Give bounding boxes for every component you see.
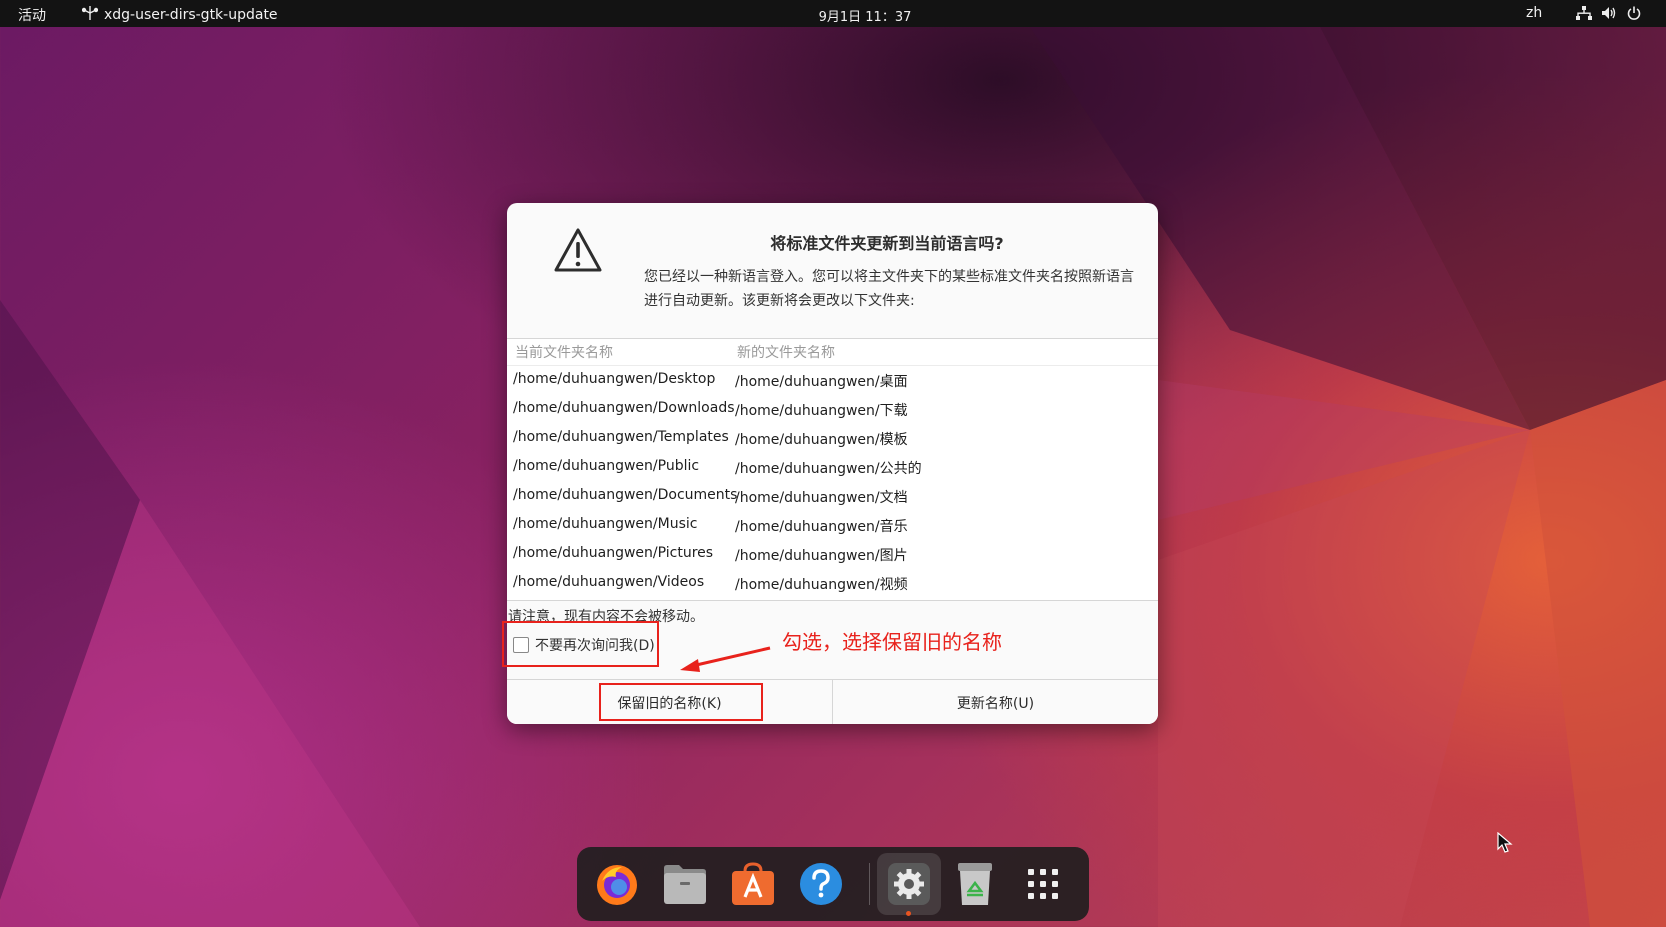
- network-icon[interactable]: [1576, 4, 1592, 22]
- dialog-message: 您已经以一种新语言登入。您可以将主文件夹下的某些标准文件夹名按照新语言进行自动更…: [644, 269, 1134, 309]
- table-header: 当前文件夹名称 新的文件夹名称: [507, 339, 1158, 366]
- power-icon[interactable]: [1626, 4, 1642, 22]
- new-name-cell: /home/duhuangwen/图片: [735, 548, 908, 564]
- help-icon[interactable]: [795, 858, 847, 910]
- clock[interactable]: 9月1日 11：37: [0, 6, 1666, 25]
- current-name-cell: /home/duhuangwen/Downloads: [513, 400, 735, 416]
- language-indicator[interactable]: zh: [1526, 5, 1542, 21]
- checkbox-highlight-box: [502, 621, 659, 667]
- new-name-cell: /home/duhuangwen/模板: [735, 432, 908, 448]
- annotation-text: 勾选，选择保留旧的名称: [782, 630, 1002, 654]
- firefox-icon[interactable]: [591, 858, 643, 910]
- column-header-new[interactable]: 新的文件夹名称: [737, 342, 835, 362]
- keep-button-highlight-box: [599, 683, 763, 721]
- dock-separator: [869, 863, 870, 905]
- table-row[interactable]: /home/duhuangwen/Documents /home/duhuang…: [507, 482, 1158, 511]
- dialog-title: 将标准文件夹更新到当前语言吗?: [770, 234, 1004, 253]
- current-name-cell: /home/duhuangwen/Desktop: [513, 371, 716, 387]
- app-center-icon[interactable]: [727, 858, 779, 910]
- new-name-cell: /home/duhuangwen/桌面: [735, 374, 908, 390]
- current-name-cell: /home/duhuangwen/Templates: [513, 429, 729, 445]
- running-indicator: [906, 911, 911, 916]
- dialog-header: 将标准文件夹更新到当前语言吗? 您已经以一种新语言登入。您可以将主文件夹下的某些…: [507, 203, 1158, 338]
- top-bar: 活动 xdg-user-dirs-gtk-update 9月1日 11：37 z…: [0, 0, 1666, 27]
- table-row[interactable]: /home/duhuangwen/Music /home/duhuangwen/…: [507, 511, 1158, 540]
- current-name-cell: /home/duhuangwen/Public: [513, 458, 700, 474]
- new-name-cell: /home/duhuangwen/下载: [735, 403, 908, 419]
- trash-icon[interactable]: [949, 858, 1001, 910]
- volume-icon[interactable]: [1601, 4, 1617, 22]
- table-row[interactable]: /home/duhuangwen/Pictures /home/duhuangw…: [507, 540, 1158, 569]
- dock: [577, 847, 1089, 921]
- table-row[interactable]: /home/duhuangwen/Templates /home/duhuang…: [507, 424, 1158, 453]
- table-row[interactable]: /home/duhuangwen/Public /home/duhuangwen…: [507, 453, 1158, 482]
- warning-icon: [553, 227, 603, 277]
- folder-table[interactable]: 当前文件夹名称 新的文件夹名称 /home/duhuangwen/Desktop…: [507, 338, 1158, 601]
- update-names-button[interactable]: 更新名称(U): [833, 680, 1158, 724]
- current-name-cell: /home/duhuangwen/Music: [513, 516, 698, 532]
- new-name-cell: /home/duhuangwen/视频: [735, 577, 908, 593]
- files-icon[interactable]: [659, 858, 711, 910]
- table-row[interactable]: /home/duhuangwen/Videos /home/duhuangwen…: [507, 569, 1158, 598]
- current-name-cell: /home/duhuangwen/Documents: [513, 487, 738, 503]
- new-name-cell: /home/duhuangwen/音乐: [735, 519, 908, 535]
- system-tray[interactable]: [1576, 4, 1642, 22]
- new-name-cell: /home/duhuangwen/文档: [735, 490, 908, 506]
- current-name-cell: /home/duhuangwen/Pictures: [513, 545, 714, 561]
- settings-icon[interactable]: [883, 858, 935, 910]
- show-apps-icon[interactable]: [1017, 858, 1069, 910]
- table-row[interactable]: /home/duhuangwen/Downloads /home/duhuang…: [507, 395, 1158, 424]
- mouse-cursor-icon: [1497, 832, 1513, 853]
- column-header-current[interactable]: 当前文件夹名称: [515, 342, 613, 362]
- current-name-cell: /home/duhuangwen/Videos: [513, 574, 705, 590]
- new-name-cell: /home/duhuangwen/公共的: [735, 461, 922, 477]
- table-row[interactable]: /home/duhuangwen/Desktop /home/duhuangwe…: [507, 366, 1158, 395]
